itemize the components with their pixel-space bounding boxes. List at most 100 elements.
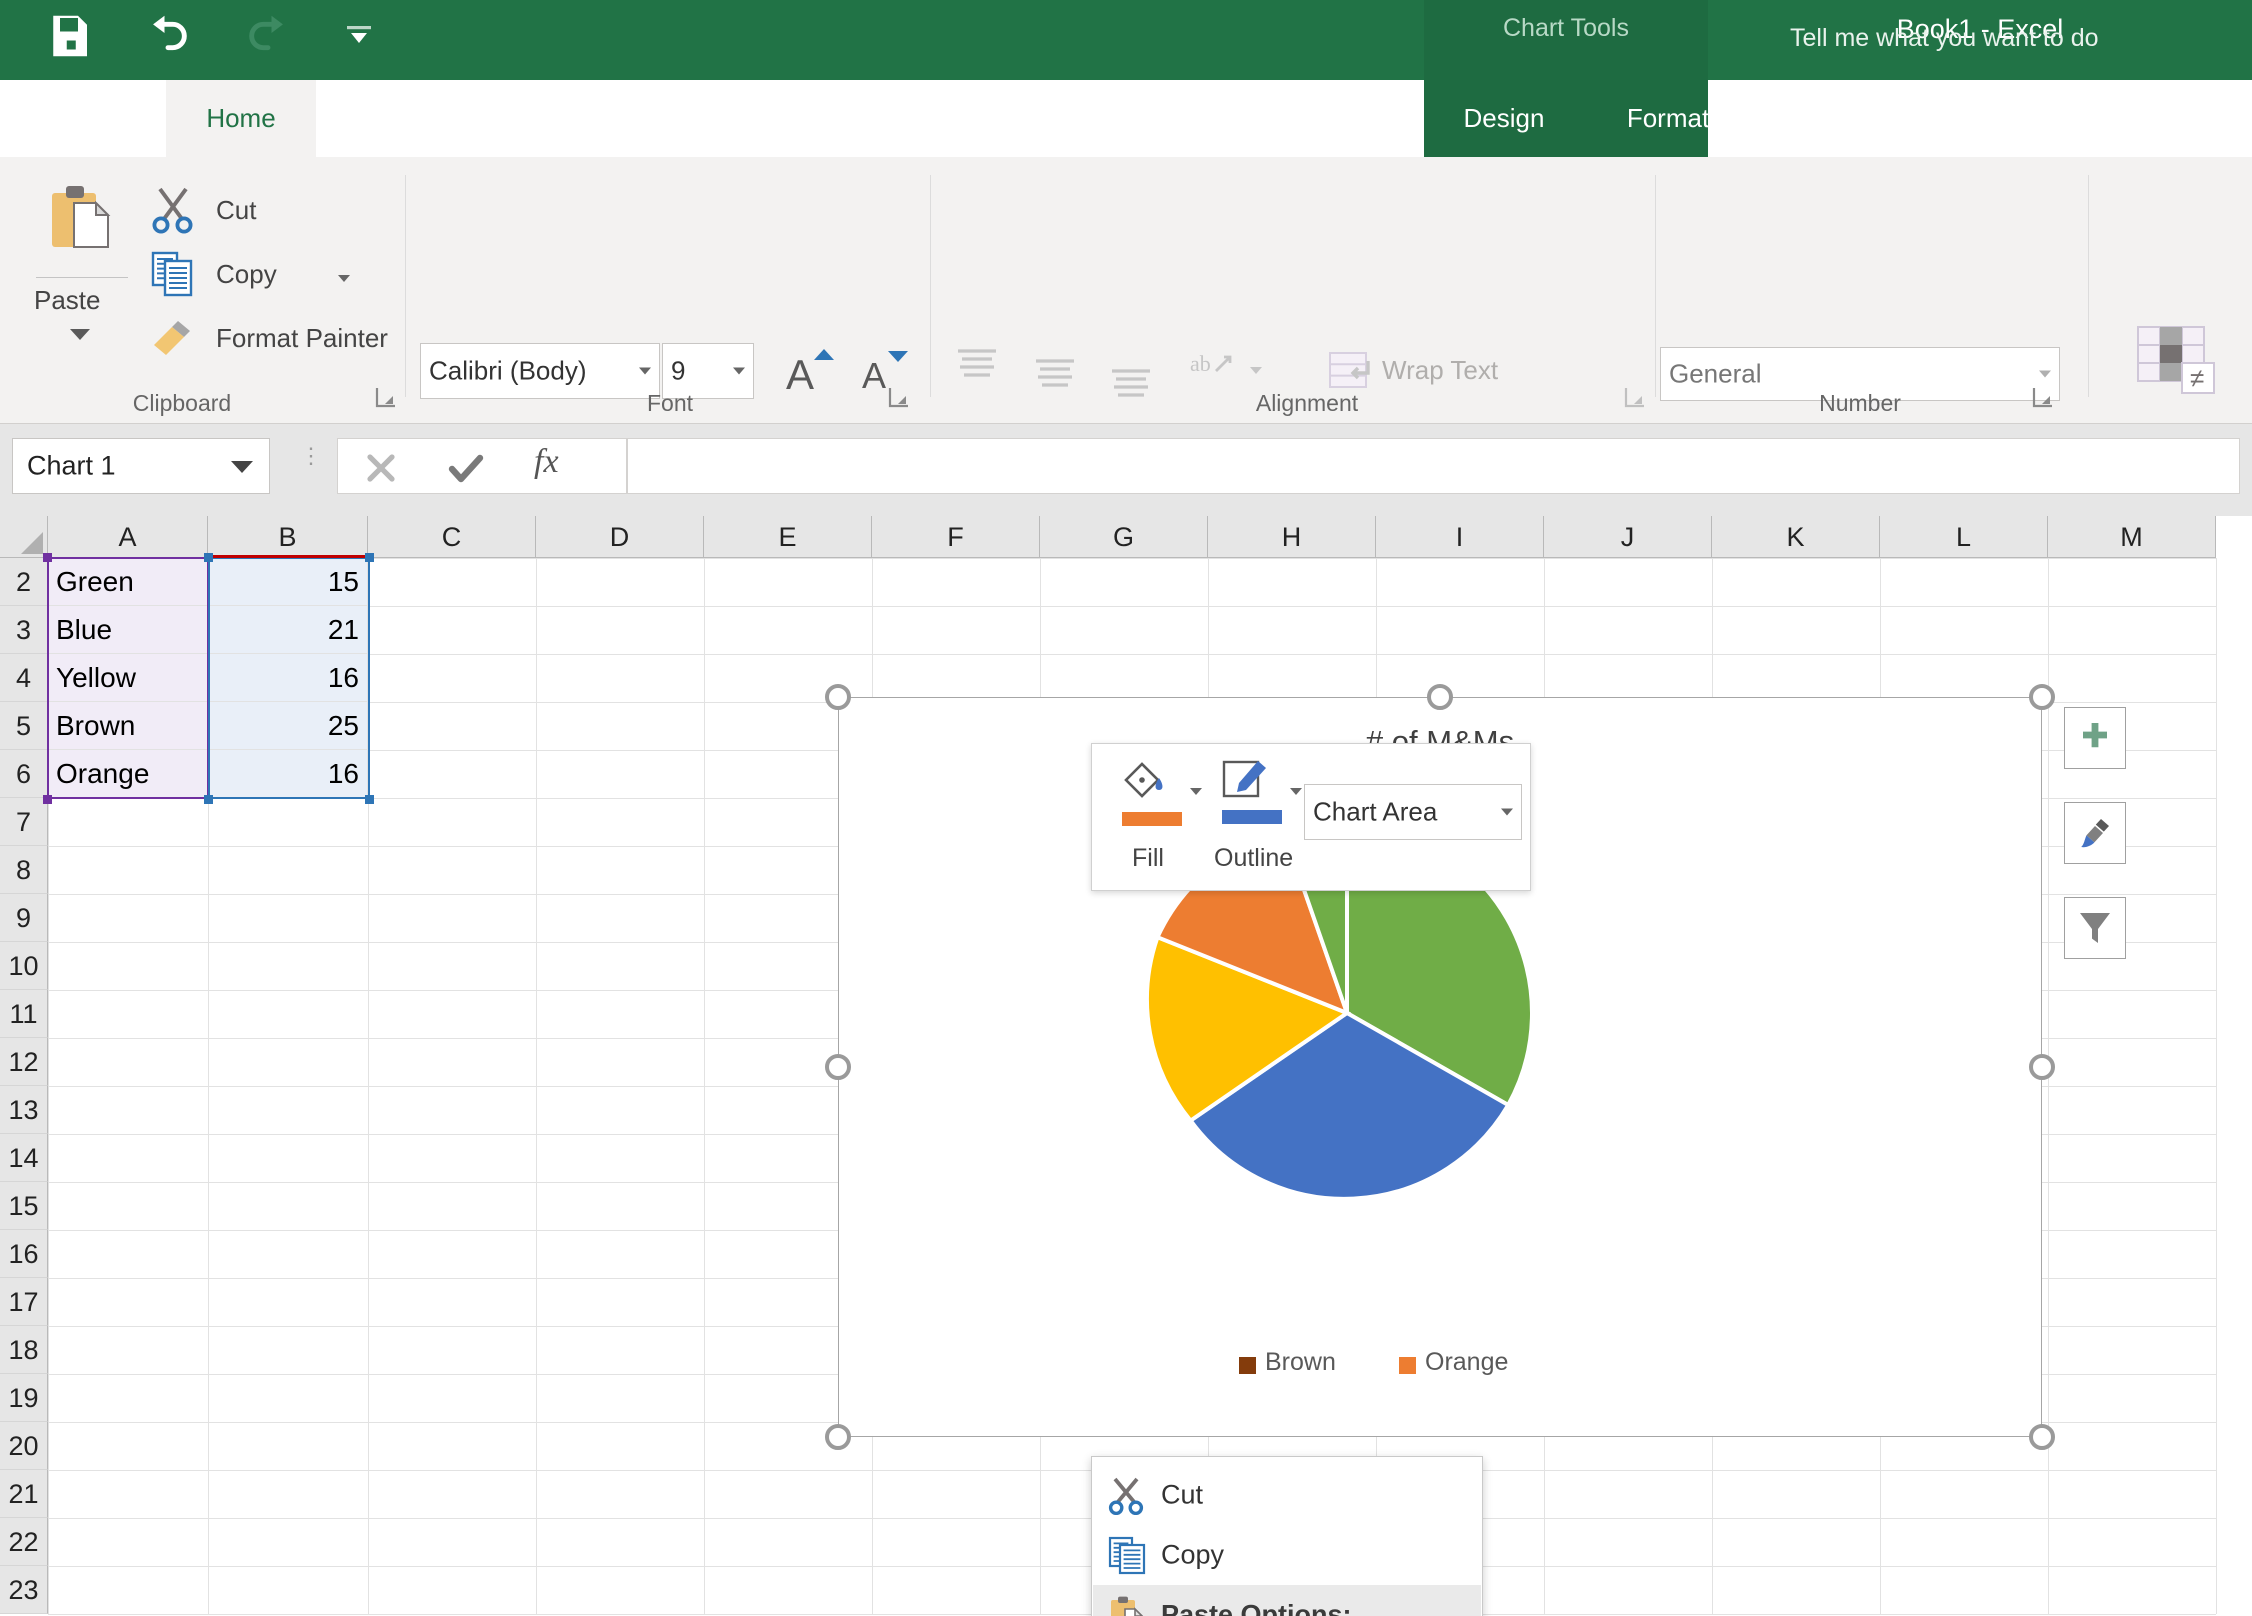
undo-icon[interactable] xyxy=(140,8,196,64)
row-header-15[interactable]: 15 xyxy=(0,1182,48,1230)
paste-button[interactable]: Paste xyxy=(22,173,142,368)
row-header-11[interactable]: 11 xyxy=(0,990,48,1038)
save-icon[interactable] xyxy=(42,8,96,64)
column-header-j[interactable]: J xyxy=(1544,516,1712,558)
chart-legend[interactable]: Brown Orange xyxy=(839,1348,2041,1388)
column-header-f[interactable]: F xyxy=(872,516,1040,558)
tab-review[interactable]: Review xyxy=(1126,80,1296,157)
row-header-9[interactable]: 9 xyxy=(0,894,48,942)
name-box-caret-icon[interactable] xyxy=(231,461,253,473)
cell-a6[interactable]: Orange xyxy=(48,750,208,798)
mini-toolbar[interactable]: Fill Outline Chart Area xyxy=(1091,743,1531,891)
cell-b4[interactable]: 16 xyxy=(208,654,368,702)
context-menu-item-copy[interactable]: Copy xyxy=(1093,1525,1481,1585)
row-header-2[interactable]: 2 xyxy=(0,558,48,606)
row-header-3[interactable]: 3 xyxy=(0,606,48,654)
confirm-check-icon[interactable] xyxy=(446,449,484,492)
column-header-d[interactable]: D xyxy=(536,516,704,558)
cell-b3[interactable]: 21 xyxy=(208,606,368,654)
row-header-8[interactable]: 8 xyxy=(0,846,48,894)
formula-input[interactable] xyxy=(627,438,2240,494)
redo-icon[interactable] xyxy=(240,8,296,64)
tab-file[interactable]: File xyxy=(22,80,122,157)
column-header-h[interactable]: H xyxy=(1208,516,1376,558)
number-dialog-launcher[interactable] xyxy=(2032,386,2054,413)
row-header-12[interactable]: 12 xyxy=(0,1038,48,1086)
tab-formulas[interactable]: Formulas xyxy=(818,80,998,157)
column-header-g[interactable]: G xyxy=(1040,516,1208,558)
tab-format[interactable]: Format xyxy=(1588,80,1748,157)
cell-a5[interactable]: Brown xyxy=(48,702,208,750)
column-header-l[interactable]: L xyxy=(1880,516,2048,558)
tab-data[interactable]: Data xyxy=(1002,80,1122,157)
tab-draw[interactable]: Draw xyxy=(466,80,586,157)
column-header-c[interactable]: C xyxy=(368,516,536,558)
cell-a4[interactable]: Yellow xyxy=(48,654,208,702)
tab-home[interactable]: Home xyxy=(166,80,316,157)
orientation-dropdown-caret[interactable] xyxy=(1250,367,1262,374)
tell-me-label[interactable]: Tell me what you want to do xyxy=(1790,0,2099,77)
cell-a3[interactable]: Blue xyxy=(48,606,208,654)
row-header-18[interactable]: 18 xyxy=(0,1326,48,1374)
context-menu-item-cut[interactable]: Cut xyxy=(1093,1465,1481,1525)
outline-dropdown-caret[interactable] xyxy=(1290,788,1302,795)
chart-handle-middle-right[interactable] xyxy=(2029,1054,2055,1080)
copy-dropdown-caret[interactable] xyxy=(338,275,350,282)
row-header-6[interactable]: 6 xyxy=(0,750,48,798)
chart-context-menu[interactable]: Cut Copy xyxy=(1091,1456,1483,1616)
alignment-dialog-launcher[interactable] xyxy=(1624,386,1646,413)
cell-b5[interactable]: 25 xyxy=(208,702,368,750)
fill-button[interactable] xyxy=(1120,760,1192,830)
chart-handle-bottom-right[interactable] xyxy=(2029,1424,2055,1450)
tab-view[interactable]: View xyxy=(1300,80,1424,157)
chart-handle-middle-left[interactable] xyxy=(825,1054,851,1080)
row-header-13[interactable]: 13 xyxy=(0,1086,48,1134)
row-header-7[interactable]: 7 xyxy=(0,798,48,846)
chart-filters-button[interactable] xyxy=(2064,897,2126,959)
chart-styles-button[interactable] xyxy=(2064,802,2126,864)
cell-b6[interactable]: 16 xyxy=(208,750,368,798)
column-header-a[interactable]: A xyxy=(48,516,208,558)
cut-button[interactable]: Cut xyxy=(140,181,370,243)
column-header-e[interactable]: E xyxy=(704,516,872,558)
chart-handle-top-right[interactable] xyxy=(2029,684,2055,710)
chart-elements-button[interactable] xyxy=(2064,707,2126,769)
customize-qat-icon[interactable] xyxy=(345,24,373,48)
row-header-16[interactable]: 16 xyxy=(0,1230,48,1278)
row-header-21[interactable]: 21 xyxy=(0,1470,48,1518)
row-header-20[interactable]: 20 xyxy=(0,1422,48,1470)
row-header-23[interactable]: 23 xyxy=(0,1566,48,1614)
row-header-5[interactable]: 5 xyxy=(0,702,48,750)
row-header-14[interactable]: 14 xyxy=(0,1134,48,1182)
row-header-17[interactable]: 17 xyxy=(0,1278,48,1326)
format-painter-button[interactable]: Format Painter xyxy=(140,309,430,371)
select-all-corner[interactable] xyxy=(0,516,48,558)
row-header-4[interactable]: 4 xyxy=(0,654,48,702)
row-header-22[interactable]: 22 xyxy=(0,1518,48,1566)
tab-insert[interactable]: Insert xyxy=(330,80,458,157)
row-header-10[interactable]: 10 xyxy=(0,942,48,990)
column-header-i[interactable]: I xyxy=(1376,516,1544,558)
row-header-19[interactable]: 19 xyxy=(0,1374,48,1422)
cancel-x-icon[interactable] xyxy=(362,449,400,492)
column-header-b[interactable]: B xyxy=(208,516,368,558)
chart-handle-top-left[interactable] xyxy=(825,684,851,710)
formula-bar-grip[interactable]: ⋮ xyxy=(300,450,322,461)
chart-element-selector[interactable]: Chart Area xyxy=(1304,784,1522,840)
insert-function-fx-icon[interactable]: fx xyxy=(534,443,559,481)
tab-page-layout[interactable]: Page Layout xyxy=(592,80,812,157)
tab-design[interactable]: Design xyxy=(1424,80,1584,157)
font-dialog-launcher[interactable] xyxy=(888,386,910,413)
chart-handle-bottom-left[interactable] xyxy=(825,1424,851,1450)
fill-dropdown-caret[interactable] xyxy=(1190,788,1202,795)
copy-button[interactable]: Copy xyxy=(140,245,370,307)
cell-a2[interactable]: Green xyxy=(48,558,208,606)
outline-button[interactable] xyxy=(1220,758,1292,828)
clipboard-dialog-launcher[interactable] xyxy=(375,386,397,413)
paste-dropdown-caret[interactable] xyxy=(70,329,90,340)
name-box[interactable]: Chart 1 xyxy=(12,438,270,494)
chart-handle-top-center[interactable] xyxy=(1427,684,1453,710)
column-header-k[interactable]: K xyxy=(1712,516,1880,558)
cell-b2[interactable]: 15 xyxy=(208,558,368,606)
column-header-m[interactable]: M xyxy=(2048,516,2216,558)
